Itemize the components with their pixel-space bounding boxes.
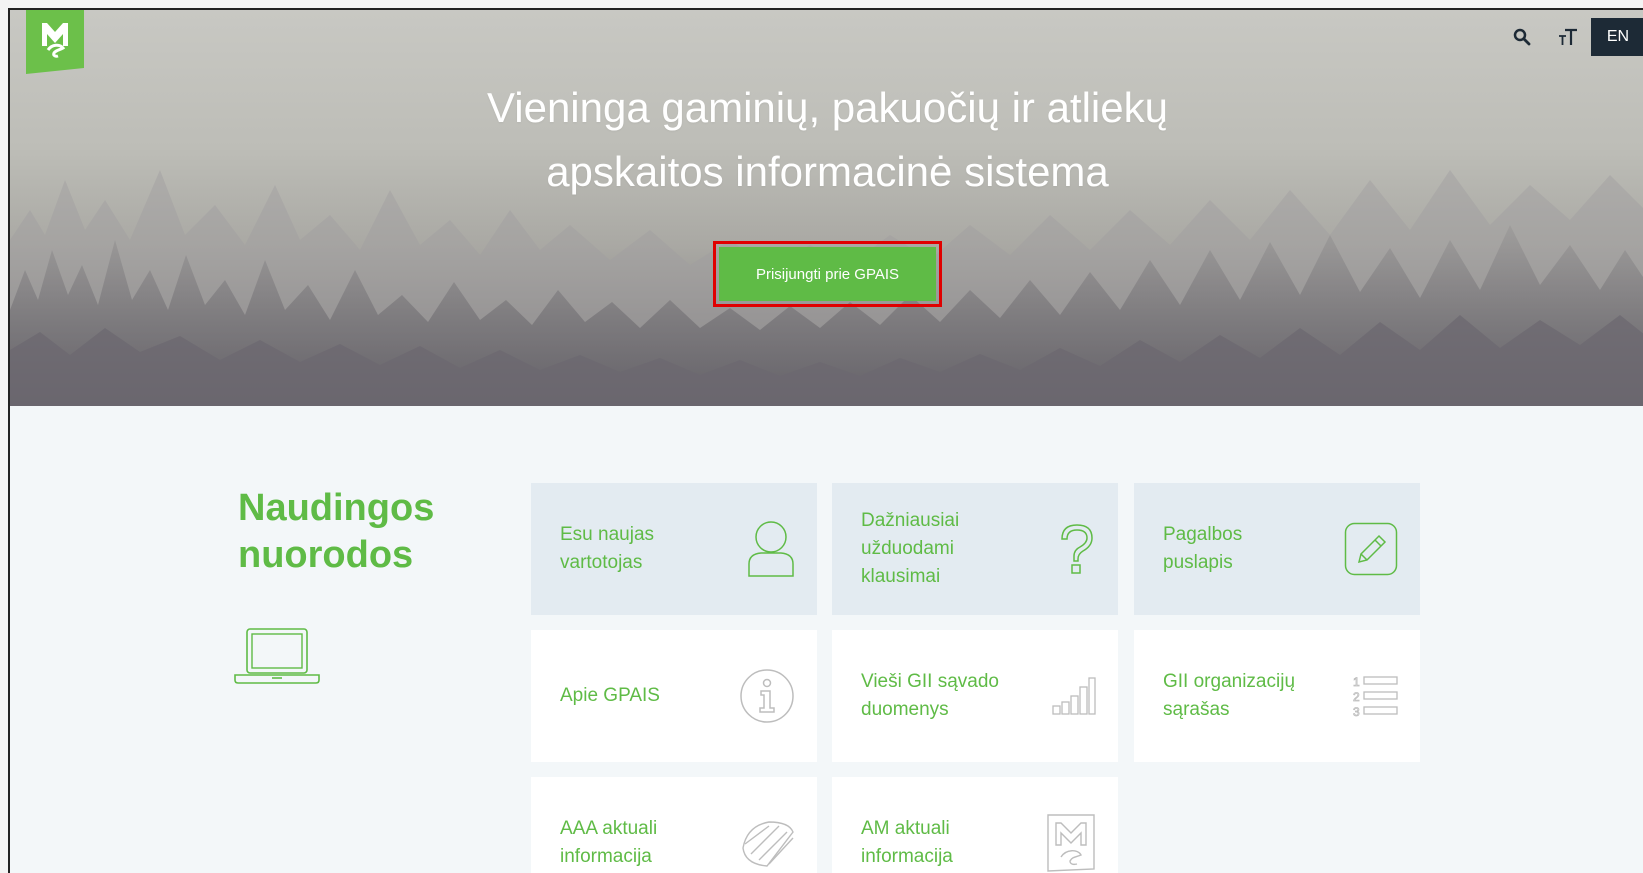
svg-text:3: 3 — [1353, 705, 1360, 718]
tile-label-line: Pagalbos — [1163, 524, 1243, 545]
hero-title: Vieninga gaminių, pakuočių ir atliekų ap… — [10, 76, 1643, 204]
tile-label: Dažniausiai užduodami klausimai — [861, 507, 1026, 591]
user-icon — [748, 521, 794, 577]
question-icon — [1061, 524, 1093, 574]
pencil-icon — [1344, 522, 1398, 576]
tile-label: AAA aktuali informacija — [560, 815, 725, 871]
tile-label-line: vartotojas — [560, 552, 643, 573]
tile-gii-organizations-list[interactable]: GII organizacijų sąrašas 1 2 3 — [1134, 630, 1420, 762]
forest-background — [10, 170, 1643, 406]
search-icon — [1513, 28, 1531, 46]
tile-label-line: užduodami — [861, 538, 954, 559]
font-size-icon — [1559, 28, 1577, 45]
tile-label-line: Esu naujas — [560, 524, 655, 545]
tile-public-gii-data[interactable]: Vieši GII sąvado duomenys — [832, 630, 1118, 762]
aaa-logo-icon — [742, 821, 794, 867]
numbered-list-icon: 1 2 3 — [1353, 675, 1398, 718]
tile-label: Esu naujas vartotojas — [560, 521, 725, 577]
tile-label: Vieši GII sąvado duomenys — [861, 668, 1026, 724]
ministry-logo-icon[interactable] — [26, 10, 84, 74]
tile-label-line: Apie GPAIS — [560, 685, 660, 706]
tile-label-line: klausimai — [861, 566, 941, 587]
tile-label-line: duomenys — [861, 699, 949, 720]
info-icon — [740, 669, 794, 723]
language-switch-button[interactable]: EN — [1591, 18, 1643, 56]
tile-label-line: informacija — [861, 846, 953, 867]
tile-label-line: Dažniausiai — [861, 510, 960, 531]
tile-label-line: informacija — [560, 846, 652, 867]
tile-label: Pagalbos puslapis — [1163, 521, 1328, 577]
tile-label-line: GII organizacijų — [1163, 671, 1296, 692]
tile-aaa-info[interactable]: AAA aktuali informacija — [531, 777, 817, 873]
tile-label: AM aktuali informacija — [861, 815, 1026, 871]
tile-label-line: AAA aktuali — [560, 818, 658, 839]
tile-label-line: AM aktuali — [861, 818, 950, 839]
am-logo-icon — [1047, 814, 1095, 872]
search-button[interactable] — [1499, 18, 1545, 56]
tile-new-user[interactable]: Esu naujas vartotojas — [531, 483, 817, 615]
bar-chart-icon — [1052, 677, 1096, 715]
tile-label-line: Vieši GII sąvado — [861, 671, 1000, 692]
tile-label: Apie GPAIS — [560, 682, 725, 710]
tile-faq[interactable]: Dažniausiai užduodami klausimai — [832, 483, 1118, 615]
hero-title-line1: Vieninga gaminių, pakuočių ir atliekų — [487, 84, 1168, 131]
tile-am-info[interactable]: AM aktuali informacija — [832, 777, 1118, 873]
tile-about-gpais[interactable]: Apie GPAIS — [531, 630, 817, 762]
useful-links-title-line2: nuorodos — [238, 534, 414, 576]
tile-help-page[interactable]: Pagalbos puslapis — [1134, 483, 1420, 615]
svg-text:1: 1 — [1353, 675, 1360, 689]
tile-label: GII organizacijų sąrašas — [1163, 668, 1328, 724]
laptop-icon — [234, 628, 320, 684]
hero-banner: EN Vieninga gaminių, pakuočių ir atliekų… — [10, 10, 1643, 406]
useful-links-title-line1: Naudingos — [238, 487, 435, 529]
top-toolbar: EN — [1499, 18, 1643, 56]
tile-label-line: puslapis — [1163, 552, 1233, 573]
login-gpais-button[interactable]: Prisijungti prie GPAIS — [719, 247, 936, 301]
font-size-button[interactable] — [1545, 18, 1591, 56]
hero-title-line2: apskaitos informacinė sistema — [546, 148, 1109, 195]
tile-label-line: sąrašas — [1163, 699, 1230, 720]
svg-text:2: 2 — [1353, 690, 1360, 704]
page: EN Vieninga gaminių, pakuočių ir atliekų… — [8, 8, 1643, 873]
useful-links-title: Naudingos nuorodos — [238, 485, 434, 579]
